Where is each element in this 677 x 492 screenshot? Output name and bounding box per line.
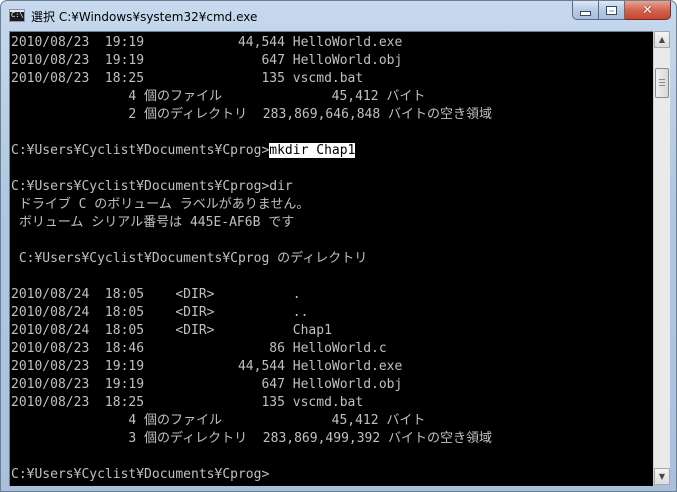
scroll-thumb[interactable]: [655, 68, 669, 98]
cmd-icon-text: C:\: [11, 11, 24, 19]
console-line: ドライブ C のボリューム ラベルがありません。: [11, 197, 310, 212]
close-button[interactable]: ✕: [625, 1, 671, 20]
vertical-scrollbar[interactable]: ▲ ▼: [653, 31, 670, 485]
scroll-up-button[interactable]: ▲: [654, 31, 670, 48]
console-line: 2010/08/23 19:19 44,544 HelloWorld.exe: [11, 359, 403, 374]
cmd-app-icon[interactable]: C:\: [9, 9, 25, 22]
console-line: 2010/08/23 18:46 86 HelloWorld.c: [11, 341, 387, 356]
scroll-down-button[interactable]: ▼: [654, 468, 670, 485]
console-line: 2010/08/24 18:05 <DIR> Chap1: [11, 323, 332, 338]
window-title: 選択 C:¥Windows¥system32¥cmd.exe: [31, 10, 258, 24]
console-line: ボリューム シリアル番号は 445E-AF6B です: [11, 215, 295, 230]
chevron-up-icon: ▲: [658, 35, 666, 44]
console-line: 2010/08/23 19:19 647 HelloWorld.obj: [11, 377, 403, 392]
thumb-grip: [659, 85, 665, 86]
console-line: 3 個のディレクトリ 283,869,499,392 バイトの空き領域: [11, 431, 493, 446]
selected-text[interactable]: mkdir Chap1: [269, 143, 356, 158]
thumb-grip: [659, 82, 665, 83]
prompt-text: C:¥Users¥Cyclist¥Documents¥Cprog>: [11, 143, 270, 158]
console-output[interactable]: 2010/08/23 19:19 44,544 HelloWorld.exe 2…: [9, 31, 653, 486]
thumb-grip: [659, 79, 665, 80]
console-line: 2010/08/23 19:19 647 HelloWorld.obj: [11, 53, 403, 68]
console-line: C:¥Users¥Cyclist¥Documents¥Cprog>: [11, 467, 270, 482]
caption-buttons: ✕: [572, 1, 671, 21]
console-line: 2 個のディレクトリ 283,869,646,848 バイトの空き領域: [11, 107, 493, 122]
minimize-icon: [580, 11, 591, 16]
console-line: 2010/08/23 18:25 135 vscmd.bat: [11, 395, 364, 410]
console-line-prompt: C:¥Users¥Cyclist¥Documents¥Cprog>mkdir C…: [11, 142, 492, 160]
console-window: C:\ 選択 C:¥Windows¥system32¥cmd.exe ✕ 201…: [0, 0, 677, 492]
title-bar[interactable]: C:\ 選択 C:¥Windows¥system32¥cmd.exe ✕: [1, 1, 676, 31]
chevron-down-icon: ▼: [658, 472, 666, 481]
console-line: C:¥Users¥Cyclist¥Documents¥Cprog>dir: [11, 179, 293, 194]
console-line: 4 個のファイル 45,412 バイト: [11, 89, 426, 104]
console-line: 2010/08/24 18:05 <DIR> ..: [11, 305, 309, 320]
console-line: 4 個のファイル 45,412 バイト: [11, 413, 426, 428]
console-line: 2010/08/23 19:19 44,544 HelloWorld.exe: [11, 35, 403, 50]
maximize-icon: [606, 5, 617, 15]
console-line: 2010/08/23 18:25 135 vscmd.bat: [11, 71, 364, 86]
close-icon: ✕: [642, 2, 653, 18]
console-line: C:¥Users¥Cyclist¥Documents¥Cprog のディレクトリ: [11, 251, 368, 266]
minimize-button[interactable]: [572, 1, 599, 20]
console-line: 2010/08/24 18:05 <DIR> .: [11, 287, 301, 302]
maximize-button[interactable]: [599, 1, 625, 20]
